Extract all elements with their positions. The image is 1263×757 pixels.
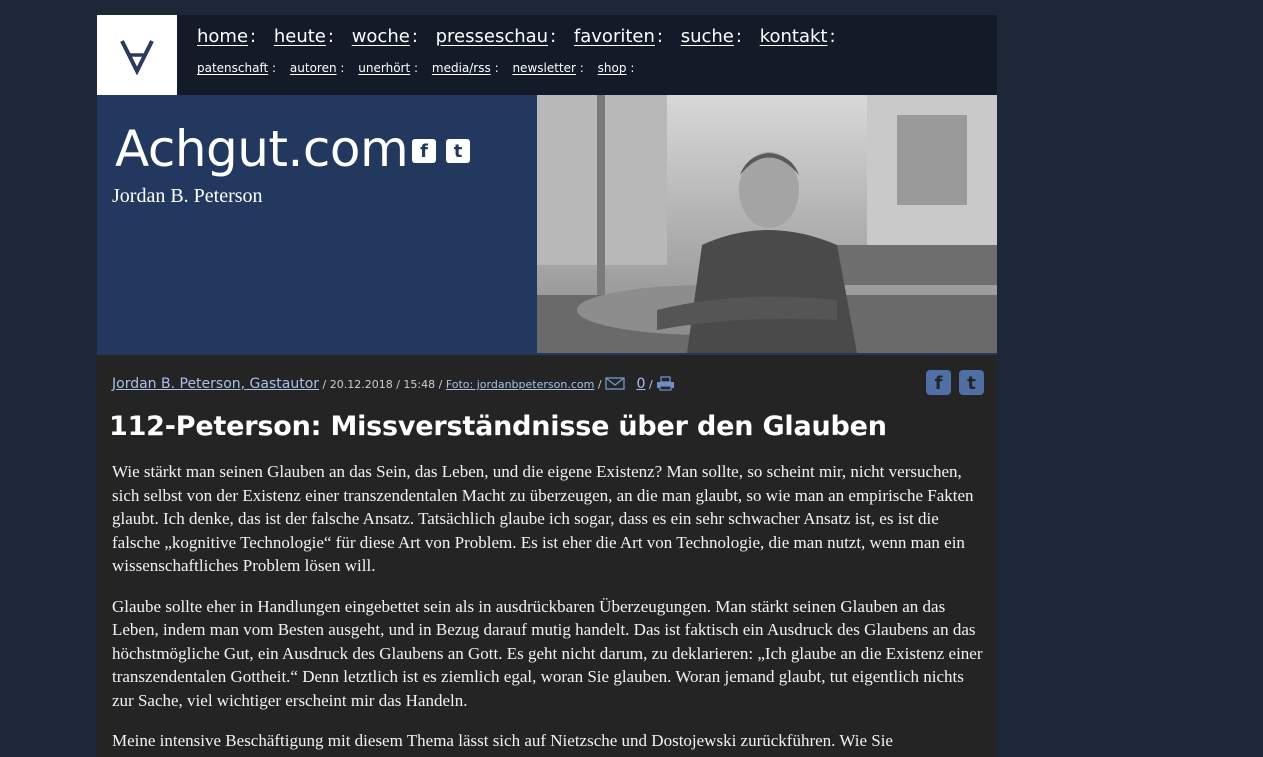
article-paragraph: Wie stärkt man seinen Glauben an das Sei…: [112, 462, 974, 575]
article-social-links: f t: [926, 370, 984, 395]
nav-separator: :: [414, 61, 419, 75]
nav-unerhoert[interactable]: unerhört: [358, 61, 410, 75]
nav-home[interactable]: home: [197, 26, 248, 47]
nav-shop[interactable]: shop: [598, 61, 627, 75]
nav-separator: :: [411, 26, 418, 47]
nav-separator: :: [735, 26, 742, 47]
nav-kontakt[interactable]: kontakt: [760, 26, 828, 47]
article-time: 15:48: [403, 378, 436, 391]
site-logo-link[interactable]: [97, 15, 177, 95]
twitter-share-icon[interactable]: t: [959, 370, 984, 395]
article-title: 112-Peterson: Missverständnisse über den…: [109, 411, 887, 442]
author-photo: [537, 95, 997, 353]
article-paragraph: Glaube sollte eher in Handlungen eingebe…: [112, 596, 983, 710]
meta-separator: /: [648, 378, 657, 391]
achgut-logo-icon: [120, 40, 154, 75]
nav-separator: :: [340, 61, 345, 75]
nav-presseschau[interactable]: presseschau: [436, 26, 548, 47]
facebook-share-icon[interactable]: f: [926, 370, 951, 395]
nav-separator: :: [630, 61, 635, 75]
comment-count-link[interactable]: 0: [637, 376, 646, 392]
sub-nav: patenschaft : autoren : unerhört : media…: [197, 61, 644, 75]
nav-suche[interactable]: suche: [681, 26, 734, 47]
nav-woche[interactable]: woche: [352, 26, 410, 47]
hero-subtitle: Jordan B. Peterson: [112, 185, 263, 207]
nav-patenschaft[interactable]: patenschaft: [197, 61, 268, 75]
article-meta: Jordan B. Peterson, Gastautor / 20.12.20…: [112, 376, 675, 394]
article-date: 20.12.2018: [329, 378, 393, 391]
print-icon[interactable]: [656, 376, 675, 394]
nav-media-rss[interactable]: media/rss: [432, 61, 491, 75]
nav-separator: :: [829, 26, 836, 47]
facebook-icon[interactable]: f: [412, 139, 436, 163]
article-paragraph: Meine intensive Beschäftigung mit diesem…: [112, 731, 893, 750]
nav-separator: :: [579, 61, 584, 75]
nav-heute[interactable]: heute: [274, 26, 326, 47]
photo-credit-link[interactable]: Foto: jordanbpeterson.com: [446, 378, 594, 391]
meta-separator: /: [322, 378, 330, 391]
nav-separator: :: [656, 26, 663, 47]
nav-separator: :: [250, 26, 257, 47]
main-nav: home: heute: woche: presseschau: favorit…: [197, 26, 848, 47]
author-link[interactable]: Jordan B. Peterson, Gastautor: [112, 376, 319, 392]
nav-separator: :: [327, 26, 334, 47]
twitter-icon[interactable]: t: [446, 139, 470, 163]
nav-favoriten[interactable]: favoriten: [574, 26, 655, 47]
nav-separator: :: [494, 61, 499, 75]
top-navigation-bar: home: heute: woche: presseschau: favorit…: [97, 15, 997, 95]
author-photo-image: [537, 95, 997, 353]
nav-autoren[interactable]: autoren: [290, 61, 337, 75]
hero-banner: Achgut.com f t Jordan B. Peterson: [97, 95, 997, 355]
site-title[interactable]: Achgut.com: [115, 120, 409, 178]
nav-newsletter[interactable]: newsletter: [512, 61, 576, 75]
article-body: Wie stärkt man seinen Glauben an das Sei…: [112, 460, 984, 757]
meta-separator: /: [597, 378, 606, 391]
mail-icon[interactable]: [605, 377, 625, 393]
article: Jordan B. Peterson, Gastautor / 20.12.20…: [97, 355, 997, 757]
meta-separator: /: [438, 378, 446, 391]
nav-separator: :: [272, 61, 277, 75]
nav-separator: :: [550, 26, 557, 47]
hero-social-links: f t: [412, 139, 470, 163]
